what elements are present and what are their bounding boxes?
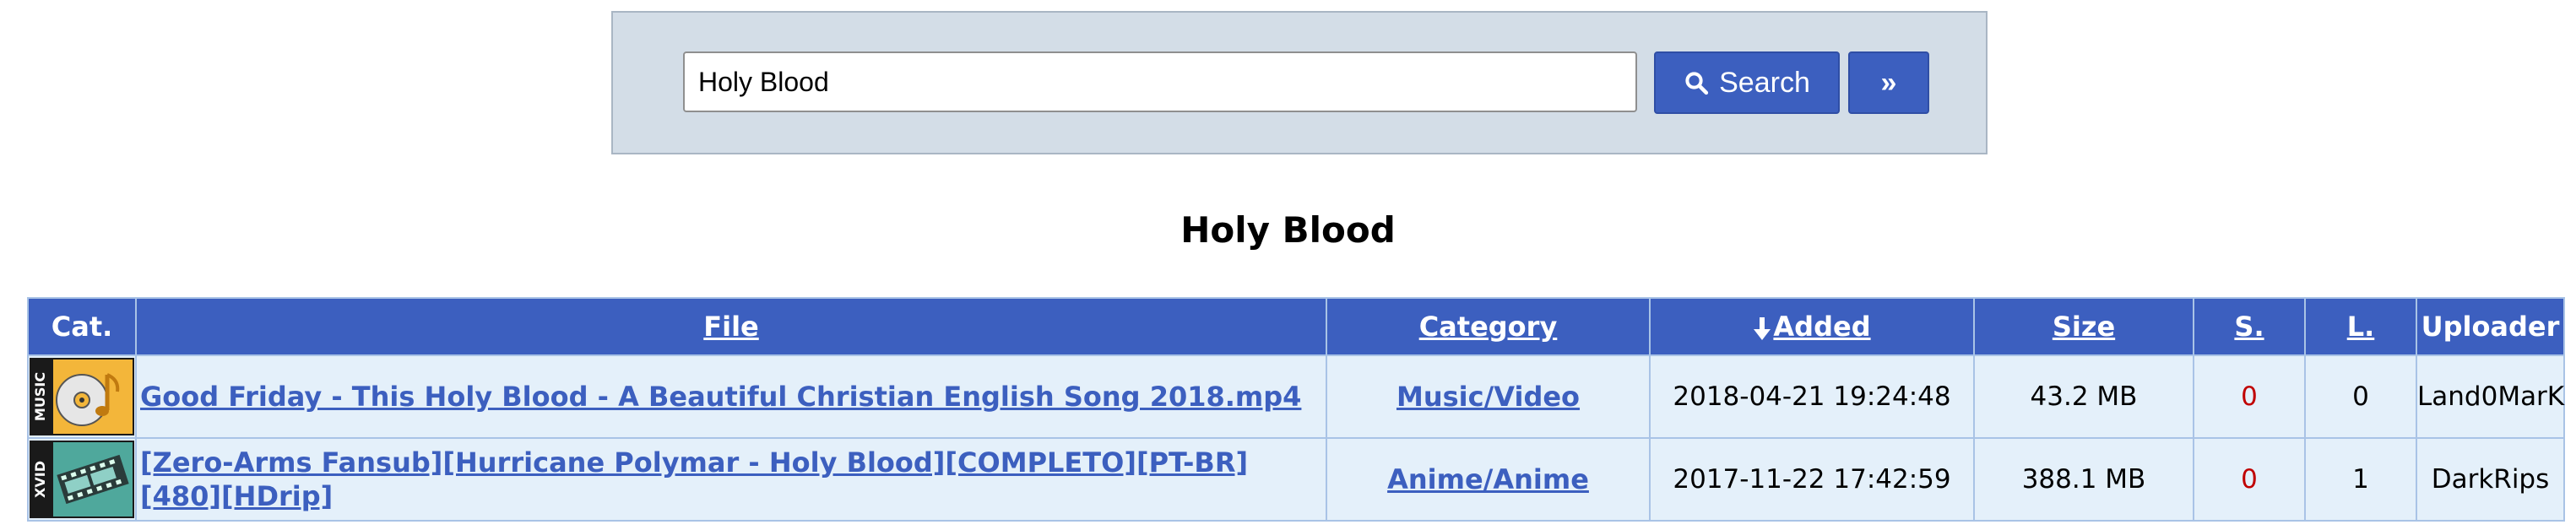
- added-cell: 2018-04-21 19:24:48: [1649, 354, 1975, 439]
- column-header-size[interactable]: Size: [1973, 297, 2194, 356]
- category-icon-cell[interactable]: MUSIC: [27, 354, 137, 439]
- category-cell: Music/Video: [1326, 354, 1651, 439]
- table-row: XVID [Zero-Arms Fansub][Hurricane Polyma…: [27, 437, 2565, 522]
- seeders-cell: 0: [2193, 354, 2306, 439]
- page-title: Holy Blood: [1180, 209, 1396, 251]
- column-header-category[interactable]: Category: [1326, 297, 1651, 356]
- results-table: Cat. File Category Added Size S. L. Uplo…: [27, 297, 2565, 522]
- search-button[interactable]: Search: [1654, 51, 1840, 114]
- size-cell: 388.1 MB: [1973, 437, 2194, 522]
- cat-icon-text: XVID: [32, 461, 48, 498]
- cat-icon-text: MUSIC: [32, 372, 48, 421]
- search-input[interactable]: [683, 51, 1637, 112]
- file-link[interactable]: Good Friday - This Holy Blood - A Beauti…: [140, 381, 1301, 413]
- search-panel: Search »: [611, 11, 1988, 154]
- search-icon: [1685, 72, 1709, 95]
- more-options-button[interactable]: »: [1848, 51, 1929, 114]
- uploader-cell: Land0MarK: [2416, 354, 2565, 439]
- file-cell: [Zero-Arms Fansub][Hurricane Polymar - H…: [135, 437, 1327, 522]
- file-cell: Good Friday - This Holy Blood - A Beauti…: [135, 354, 1327, 439]
- table-header-row: Cat. File Category Added Size S. L. Uplo…: [27, 297, 2565, 356]
- sort-link-file[interactable]: File: [703, 311, 759, 343]
- leechers-cell: 1: [2304, 437, 2417, 522]
- uploader-cell: DarkRips: [2416, 437, 2565, 522]
- leechers-cell: 0: [2304, 354, 2417, 439]
- xvid-category-icon[interactable]: XVID: [30, 441, 134, 518]
- column-header-uploader: Uploader: [2416, 297, 2565, 356]
- size-cell: 43.2 MB: [1973, 354, 2194, 439]
- sort-link-added[interactable]: Added: [1773, 311, 1870, 343]
- table-row: MUSIC Good Friday - This Holy Blood - A …: [27, 354, 2565, 439]
- sort-link-category[interactable]: Category: [1419, 311, 1558, 343]
- added-cell: 2017-11-22 17:42:59: [1649, 437, 1975, 522]
- column-header-file[interactable]: File: [135, 297, 1327, 356]
- more-options-label: »: [1880, 66, 1897, 99]
- column-header-cat: Cat.: [27, 297, 137, 356]
- sort-link-leechers[interactable]: L.: [2347, 311, 2375, 343]
- column-header-added[interactable]: Added: [1649, 297, 1975, 356]
- sort-link-size[interactable]: Size: [2053, 311, 2115, 343]
- column-header-leechers[interactable]: L.: [2304, 297, 2417, 356]
- category-icon-cell[interactable]: XVID: [27, 437, 137, 522]
- arrow-down-icon: [1754, 317, 1771, 340]
- file-link[interactable]: [Zero-Arms Fansub][Hurricane Polymar - H…: [140, 446, 1248, 512]
- category-link[interactable]: Music/Video: [1396, 381, 1580, 413]
- sort-link-seeders[interactable]: S.: [2234, 311, 2264, 343]
- music-category-icon[interactable]: MUSIC: [30, 358, 134, 435]
- category-link[interactable]: Anime/Anime: [1387, 463, 1589, 495]
- column-header-seeders[interactable]: S.: [2193, 297, 2306, 356]
- seeders-cell: 0: [2193, 437, 2306, 522]
- search-button-label: Search: [1719, 66, 1810, 99]
- category-cell: Anime/Anime: [1326, 437, 1651, 522]
